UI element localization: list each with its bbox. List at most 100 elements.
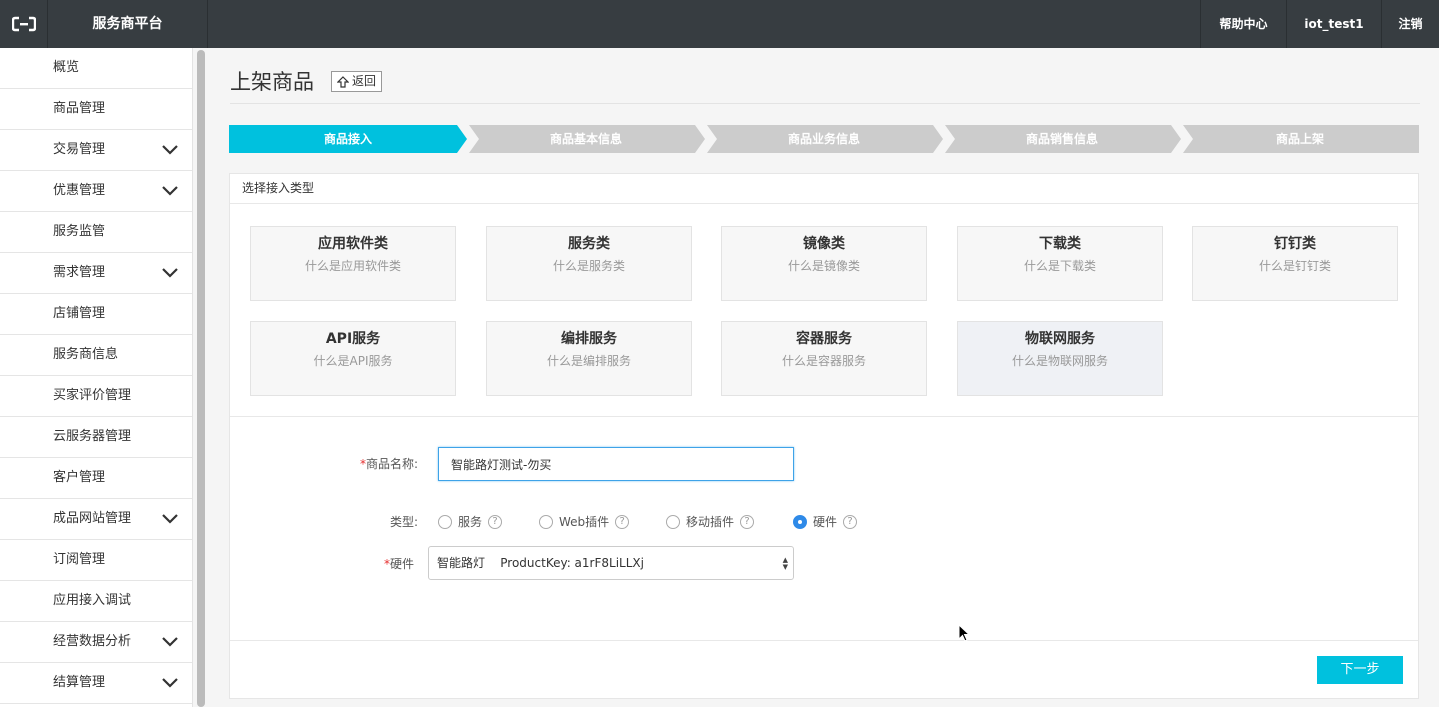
radio-button[interactable] (793, 514, 807, 529)
tile-title: 钉钉类 (1274, 236, 1316, 252)
sidebar: 概览商品管理交易管理优惠管理服务监管需求管理店铺管理 服务商信息 买家评价管理云服务… (0, 48, 193, 707)
tile-title: 镜像类 (803, 236, 845, 252)
progress-steps: 商品接入 商品基本信息 商品业务信息 商品销售信息 商品上架 (229, 125, 1419, 153)
step-label: 商品业务信息 (788, 131, 860, 146)
next-step-button[interactable]: 下一步 (1317, 656, 1403, 684)
radio-label: 移动插件 (686, 515, 735, 529)
tile-help-link[interactable]: 什么是下载类 (958, 257, 1162, 274)
tile-title: 应用软件类 (318, 236, 388, 252)
step-label: 商品销售信息 (1026, 131, 1098, 146)
tile-title: 编排服务 (561, 331, 617, 347)
product-name-input[interactable] (438, 447, 794, 481)
tile-help-link[interactable]: 什么是应用软件类 (251, 257, 455, 274)
tile-help-link[interactable]: 什么是编排服务 (487, 352, 691, 369)
sidebar-item[interactable]: 店铺管理 (0, 294, 192, 335)
chevron-down-icon[interactable] (162, 184, 178, 196)
hardware-select[interactable]: 智能路灯 ProductKey: a1rF8LiLLXj ▲ ▼ (428, 546, 794, 580)
tile-title: 容器服务 (796, 331, 852, 347)
back-arrow-icon (337, 75, 349, 88)
type-radio-option[interactable]: Web插件? (539, 513, 630, 530)
radio-label: 服务 (458, 515, 483, 529)
sidebar-item[interactable]: 需求管理 (0, 253, 192, 294)
sidebar-item-label: 服务监管 (53, 224, 106, 239)
access-type-tile[interactable]: 下载类 什么是下载类 (957, 226, 1163, 301)
sidebar-item[interactable]: 成品网站管理 (0, 499, 192, 540)
access-type-tile[interactable]: API服务什么是API服务 (250, 321, 456, 396)
sidebar-item[interactable]: 经营数据分析 (0, 622, 192, 663)
sidebar-item[interactable]: 服务监管 (0, 212, 192, 253)
sidebar-item-label: 交易管理 (53, 142, 106, 157)
logout-link[interactable]: 注销 (1381, 0, 1439, 48)
chevron-down-icon[interactable] (162, 143, 178, 155)
access-type-header: 选择接入类型 (230, 174, 1418, 204)
step-label: 商品基本信息 (550, 131, 622, 146)
sidebar-item[interactable]: 优惠管理 (0, 171, 192, 212)
tile-help-link[interactable]: 什么是API服务 (251, 352, 455, 369)
product-name-label: *商品名称: (359, 457, 418, 471)
sidebar-item[interactable]: 云服务器管理 (0, 417, 192, 458)
sidebar-item[interactable]: 商品管理 (0, 89, 192, 130)
tile-help-link[interactable]: 什么是物联网服务 (958, 352, 1162, 369)
chevron-down-icon[interactable] (162, 512, 178, 524)
sidebar-item[interactable]: 应用接入调试 (0, 581, 192, 622)
hardware-label: *硬件 (383, 557, 414, 571)
select-arrows-icon: ▲ ▼ (782, 556, 788, 571)
radio-button[interactable] (438, 514, 452, 529)
tile-help-link[interactable]: 什么是镜像类 (722, 257, 926, 274)
access-type-tile[interactable]: 应用软件类什么是应用软件类 (250, 226, 456, 301)
sidebar-item-label: 结算管理 (53, 675, 106, 690)
chevron-down-icon[interactable] (162, 676, 178, 688)
help-question-icon[interactable]: ? (843, 514, 858, 529)
sidebar-item[interactable]: 结算管理 (0, 663, 192, 704)
radio-button[interactable] (666, 514, 680, 529)
chevron-down-icon[interactable] (162, 266, 178, 278)
help-question-icon[interactable]: ? (488, 514, 503, 529)
tile-help-link[interactable]: 什么是容器服务 (722, 352, 926, 369)
mouse-cursor-icon (958, 624, 970, 642)
sidebar-item-label: 经营数据分析 (53, 634, 132, 649)
tile-title: 下载类 (1039, 236, 1081, 252)
page-title: 上架商品 (230, 70, 314, 94)
sidebar-item-label: 订阅管理 (53, 552, 106, 567)
access-type-tile[interactable]: 容器服务什么是容器服务 (721, 321, 927, 396)
tile-title: API服务 (325, 331, 381, 347)
sidebar-item-label: 应用接入调试 (53, 593, 132, 608)
step-label: 商品上架 (1276, 131, 1324, 146)
access-type-tile[interactable]: 服务类 什么是服务类 (486, 226, 692, 301)
type-radio-option[interactable]: 硬件? (793, 513, 858, 530)
sidebar-item[interactable]: 买家评价管理 (0, 376, 192, 417)
type-radio-option[interactable]: 移动插件? (666, 513, 755, 530)
access-type-tile[interactable]: 编排服务什么是编排服务 (486, 321, 692, 396)
sidebar-item-label: 需求管理 (53, 265, 106, 280)
help-center-link[interactable]: 帮助中心 (1200, 0, 1286, 48)
access-type-tile[interactable]: 钉钉类 什么是钉钉类 (1192, 226, 1398, 301)
back-button-label: 返回 (352, 74, 377, 88)
app-root: 服务商平台 帮助中心 iot_test1 注销 概览商品管理交易管理优惠管理服务… (0, 0, 1439, 707)
sidebar-item-label: 概览 (53, 60, 80, 75)
tile-help-link[interactable]: 什么是钉钉类 (1193, 257, 1397, 274)
back-button[interactable]: 返回 (331, 71, 383, 92)
help-question-icon[interactable]: ? (615, 514, 630, 529)
sidebar-item[interactable]: 服务商信息 (0, 335, 192, 376)
platform-title[interactable]: 服务商平台 (48, 0, 208, 48)
radio-button[interactable] (539, 514, 553, 529)
type-radio-option[interactable]: 服务? (438, 513, 503, 530)
chevron-down-icon[interactable] (162, 635, 178, 647)
radio-label: 硬件 (813, 515, 838, 529)
help-question-icon[interactable]: ? (740, 514, 755, 529)
sidebar-item[interactable]: 概览 (0, 48, 192, 89)
sidebar-item[interactable]: 交易管理 (0, 130, 192, 171)
tile-help-link[interactable]: 什么是服务类 (487, 257, 691, 274)
sidebar-item-label: 云服务器管理 (53, 429, 132, 444)
access-type-tile[interactable]: 镜像类 什么是镜像类 (721, 226, 927, 301)
step-label: 商品接入 (324, 131, 372, 146)
sidebar-scrollbar[interactable] (197, 50, 205, 707)
section-divider (230, 416, 1418, 417)
sidebar-item[interactable]: 订阅管理 (0, 540, 192, 581)
user-account-link[interactable]: iot_test1 (1286, 0, 1381, 48)
hardware-select-value: 智能路灯 ProductKey: a1rF8LiLLXj (437, 556, 644, 570)
access-type-tile[interactable]: 物联网服务 什么是物联网服务 (957, 321, 1163, 396)
tile-title: 服务类 (568, 236, 610, 252)
sidebar-item[interactable]: 客户管理 (0, 458, 192, 499)
aliyun-logo-icon[interactable] (0, 0, 48, 48)
